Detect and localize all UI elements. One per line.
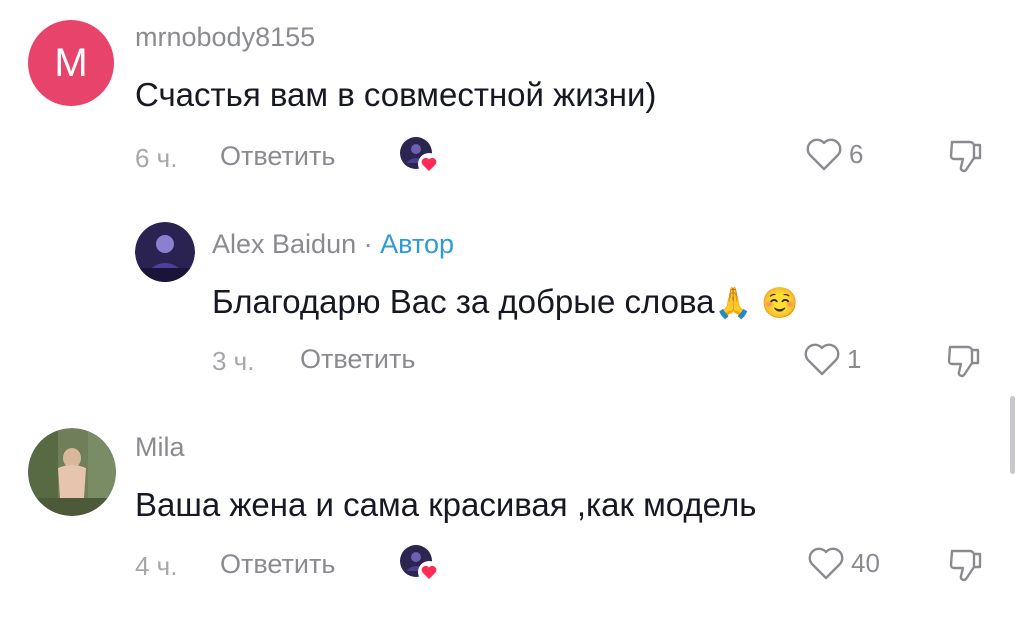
reply-button[interactable]: Ответить — [220, 141, 335, 172]
comment-item: Mila Ваша жена и сама красивая ,как моде… — [0, 410, 1024, 610]
like-count: 6 — [849, 138, 864, 169]
heart-outline-icon — [804, 343, 840, 376]
comment-time: 3 ч. — [212, 346, 255, 376]
heart-outline-icon — [808, 547, 844, 580]
thumbs-down-outline-icon[interactable] — [946, 545, 986, 585]
comment-username[interactable]: Mila — [135, 432, 185, 463]
avatar[interactable] — [28, 428, 116, 516]
thumbs-down-outline-icon[interactable] — [944, 341, 984, 381]
comment-text: Ваша жена и сама красивая ,как модель — [135, 486, 757, 523]
comment-time: 6 ч. — [135, 143, 178, 173]
comment-username[interactable]: mrnobody8155 — [135, 22, 315, 53]
reply-username[interactable]: Alex Baidun — [212, 229, 356, 259]
comment-text: Счастья вам в совместной жизни) — [135, 76, 657, 113]
like-count: 40 — [851, 547, 880, 578]
like-button[interactable]: 6 — [805, 136, 863, 172]
comment-reply-item: Alex Baidun · Автор Благодарю Вас за доб… — [0, 200, 1024, 390]
comment-text-body: Благодарю Вас за добрые слова — [212, 283, 715, 320]
creator-heart-badge-icon — [400, 137, 440, 175]
avatar[interactable] — [135, 222, 195, 282]
comment-emojis: 🙏 ☺️ — [714, 286, 799, 321]
comment-text: Благодарю Вас за добрые слова🙏 ☺️ — [212, 283, 799, 321]
like-count: 1 — [847, 343, 862, 374]
like-button[interactable]: 1 — [803, 341, 861, 377]
author-badge: Автор — [380, 229, 454, 259]
separator: · — [363, 229, 373, 259]
like-button[interactable]: 40 — [807, 545, 880, 581]
avatar-letter: M — [54, 40, 88, 85]
comment-item: M mrnobody8155 Счастья вам в совместной … — [0, 0, 1024, 190]
comment-time: 4 ч. — [135, 551, 178, 581]
comment-username: Alex Baidun · Автор — [212, 229, 454, 260]
reply-button[interactable]: Ответить — [220, 549, 335, 580]
scrollbar[interactable] — [1010, 396, 1015, 474]
avatar[interactable]: M — [28, 20, 114, 106]
reply-button[interactable]: Ответить — [300, 344, 415, 375]
thumbs-down-outline-icon[interactable] — [946, 136, 986, 176]
heart-outline-icon — [806, 138, 842, 171]
creator-heart-badge-icon — [400, 545, 440, 583]
